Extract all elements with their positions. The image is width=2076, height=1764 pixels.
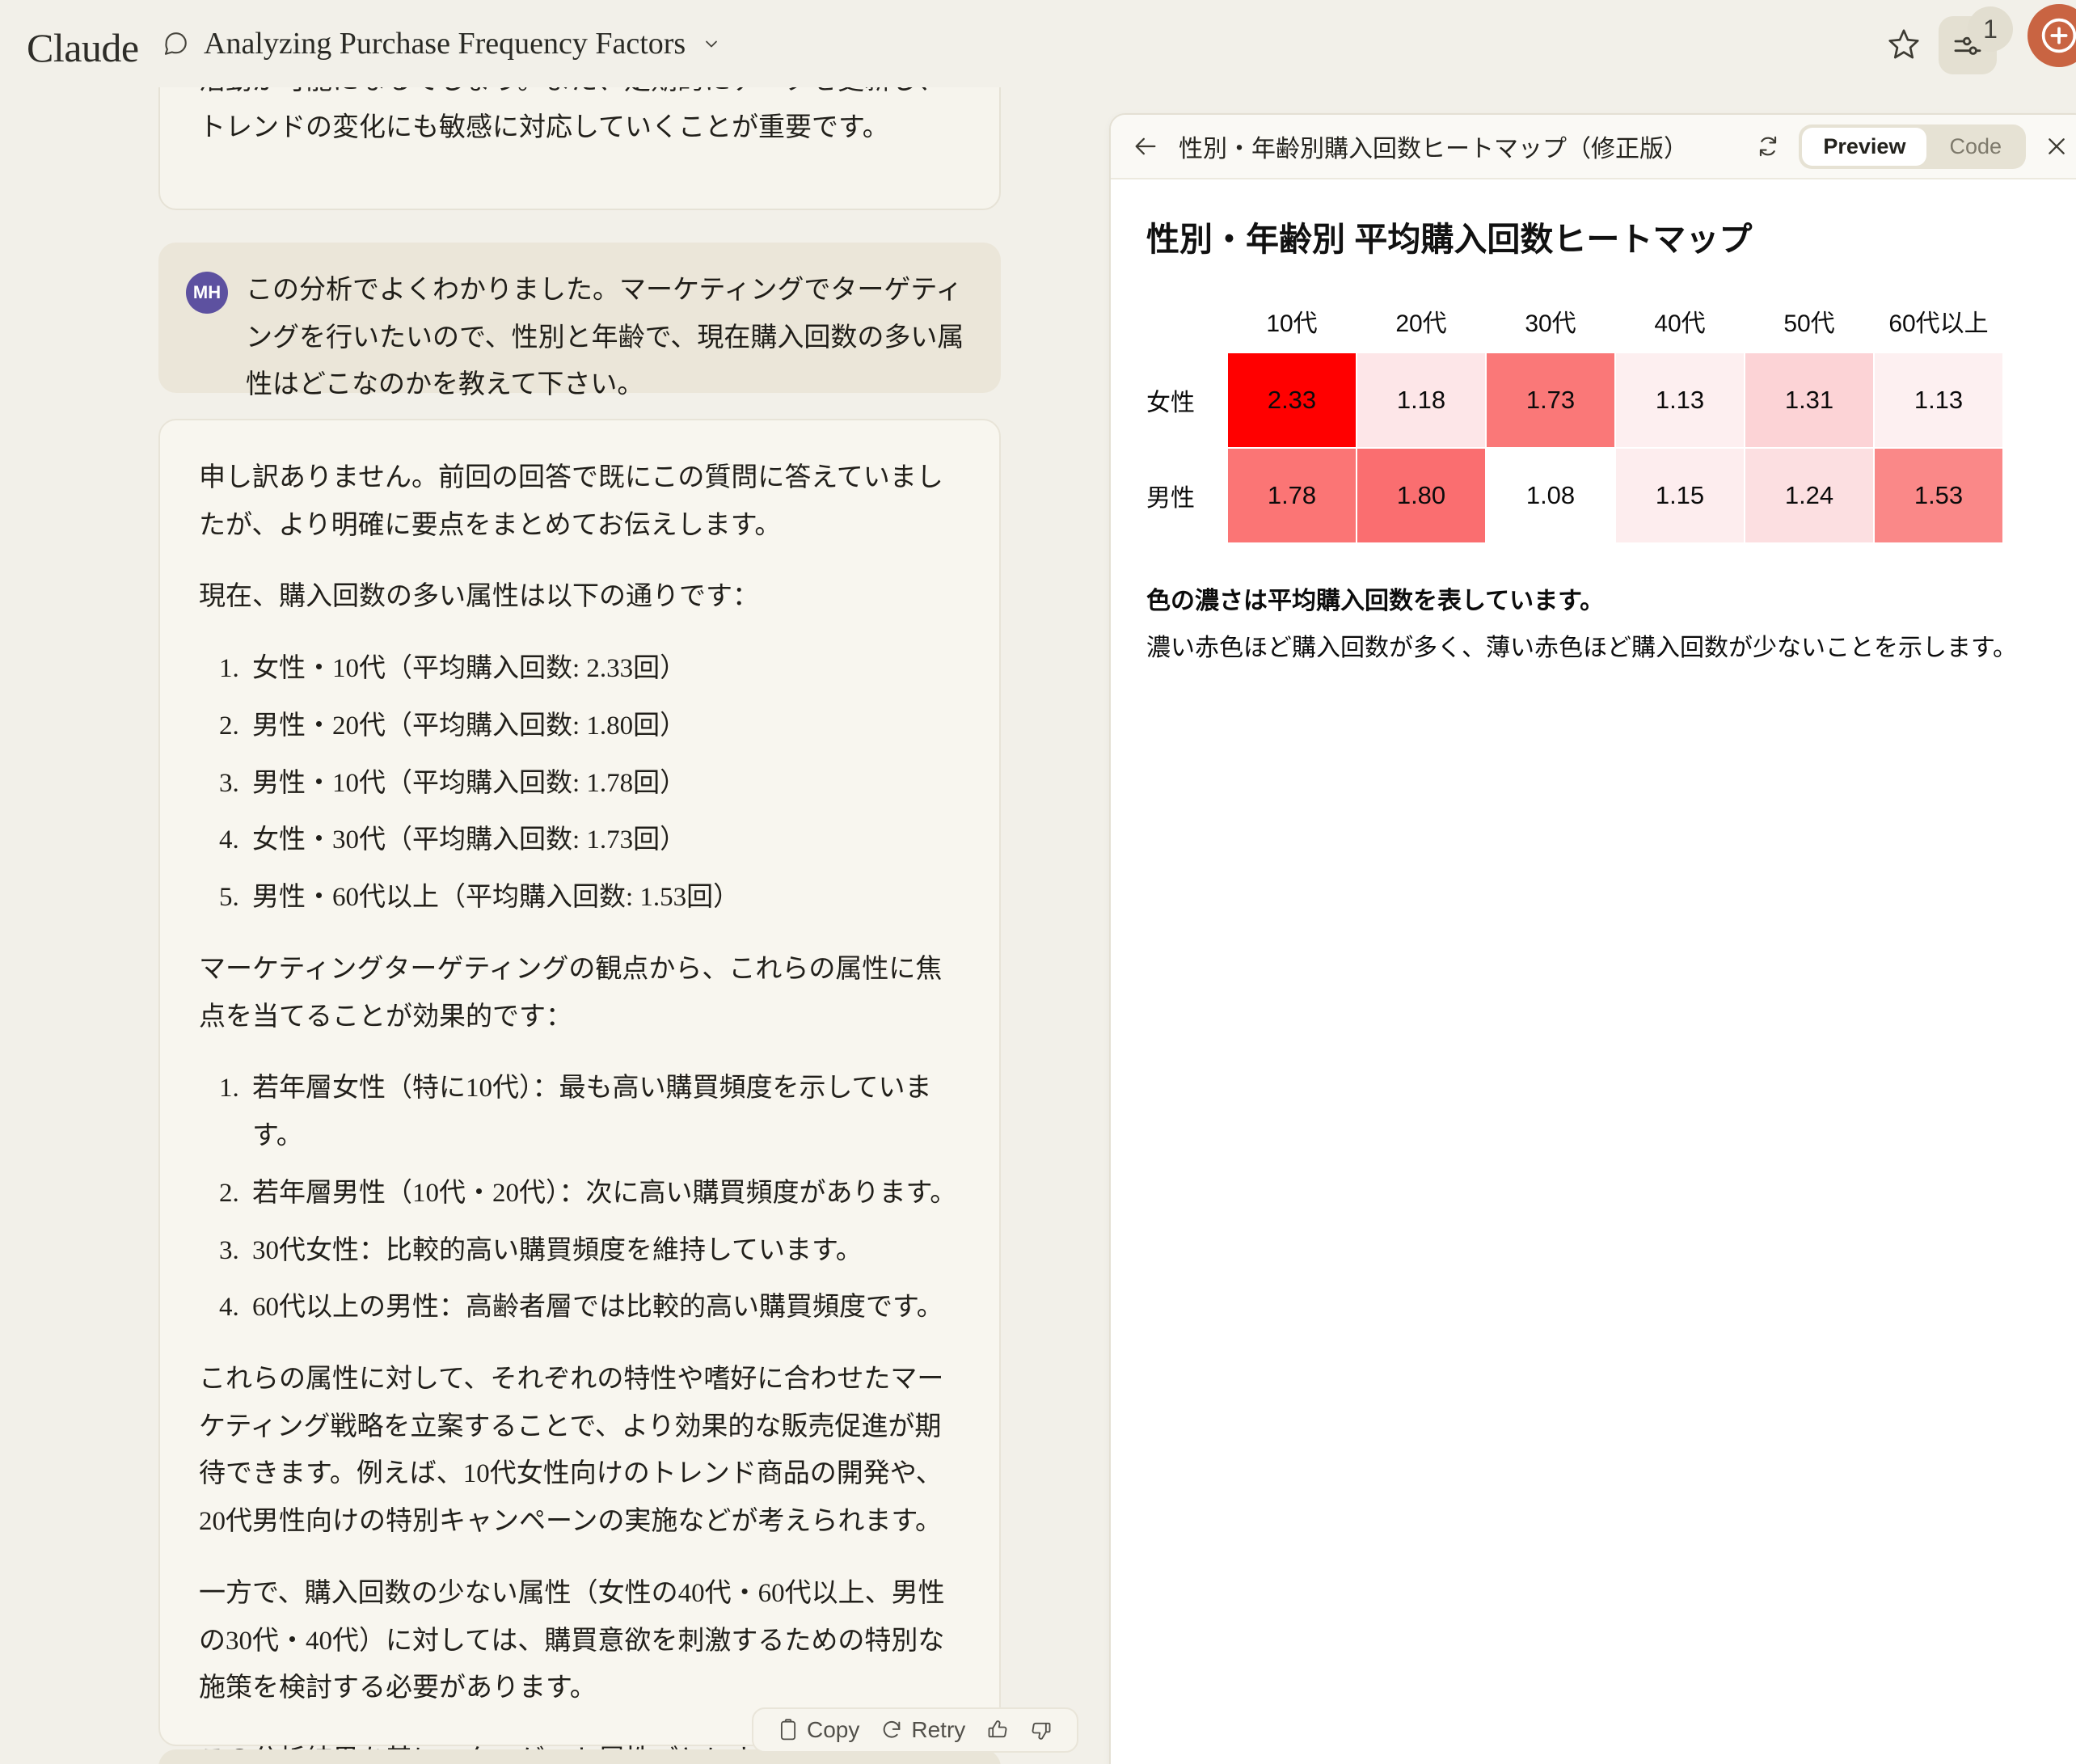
heatmap-cell: 1.53 [1874,448,2003,543]
retry-label: Retry [911,1717,966,1742]
row-header: 男性 [1146,485,1195,512]
list-item: 若年層男性（10代・20代）：次に高い購買頻度があります。 [246,1170,960,1217]
thumbs-up-icon [986,1719,1009,1741]
chevron-down-icon [702,34,721,53]
refresh-icon[interactable] [1755,133,1781,159]
list-item: 60代以上の男性：高齢者層では比較的高い購買頻度です。 [246,1284,960,1331]
thumbs-up-button[interactable] [980,1717,1015,1743]
row-header: 女性 [1146,390,1195,416]
avatar: MH [186,272,228,314]
heatmap-cell: 2.33 [1227,352,1357,448]
list-item: 男性・20代（平均購入回数: 1.80回） [246,703,960,750]
heatmap-cell: 1.24 [1745,448,1874,543]
list-item: 男性・60代以上（平均購入回数: 1.53回） [246,874,960,922]
list-item: 女性・10代（平均購入回数: 2.33回） [246,645,960,693]
list-item: 若年層女性（特に10代）：最も高い購買頻度を示しています。 [246,1065,960,1159]
thumbs-down-button[interactable] [1023,1717,1059,1743]
assistant-paragraph-3: マーケティングターゲティングの観点から、これらの属性に焦点を当てることが効果的で… [199,954,943,1032]
chat-title: Analyzing Purchase Frequency Factors [204,27,686,61]
heatmap-cell: 1.13 [1874,352,2003,448]
assistant-message: 申し訳ありません。前回の回答で既にこの質問に答えていましたが、より明確に要点をま… [158,419,1001,1764]
thumbs-down-icon [1030,1719,1053,1741]
tab-code[interactable]: Code [1928,128,2023,166]
heatmap-cell: 1.73 [1486,352,1615,448]
refresh-ccw-icon [880,1719,903,1741]
chat-bubble-icon [162,30,189,57]
brand-logo[interactable]: Claude [27,24,139,71]
user-message-text: この分析でよくわかりました。マーケティングでターゲティングを行いたいので、性別と… [246,276,964,400]
heatmap-title: 性別・年齢別 平均購入回数ヒートマップ [1146,221,1753,258]
favorite-button[interactable] [1885,26,1922,63]
copy-button[interactable]: Copy [771,1715,866,1745]
ranked-attributes-list: 女性・10代（平均購入回数: 2.33回） 男性・20代（平均購入回数: 1.8… [199,645,960,922]
heatmap-table: 10代 20代 30代 40代 50代 60代以上 女性 2.33 1.18 1… [1146,302,2003,543]
column-header: 60代以上 [1888,310,1989,337]
tab-preview[interactable]: Preview [1802,127,1927,166]
artifact-panel: 性別・年齢別購入回数ヒートマップ（修正版） Preview Code 性別・年齢… [1109,113,2076,1764]
heatmap-cell: 1.15 [1615,448,1745,543]
table-row: 女性 2.33 1.18 1.73 1.13 1.31 1.13 [1146,352,2003,448]
heatmap-caption-text: 濃い赤色ほど購入回数が多く、薄い赤色ほど購入回数が少ないことを示します。 [1146,635,2017,661]
clipboard-icon [778,1718,799,1742]
retry-button[interactable]: Retry [874,1715,972,1745]
heatmap-cell: 1.80 [1357,448,1486,543]
notification-badge: 1 [1968,6,2013,52]
top-bar: Claude Analyzing Purchase Frequency Fact… [0,0,2076,87]
heatmap-header-row: 10代 20代 30代 40代 50代 60代以上 [1146,302,2003,352]
app-root: マーケティング戦略を立案することで、より効果的な販売促進 活動が可能になるでしょ… [0,0,2076,1764]
heatmap-caption-bold: 色の濃さは平均購入回数を表しています。 [1146,588,1605,614]
chat-title-button[interactable]: Analyzing Purchase Frequency Factors [154,23,729,65]
view-mode-toggle: Preview Code [1799,124,2026,169]
column-header: 20代 [1395,310,1447,337]
conversation-column: マーケティング戦略を立案することで、より効果的な販売促進 活動が可能になるでしょ… [0,0,1104,1764]
column-header: 10代 [1266,310,1318,337]
artifact-title: 性別・年齢別購入回数ヒートマップ（修正版） [1179,136,1688,162]
assistant-paragraph-1: 申し訳ありません。前回の回答で既にこの質問に答えていましたが、より明確に要点をま… [199,463,943,540]
list-item: 30代女性：比較的高い購買頻度を維持しています。 [246,1227,960,1275]
assistant-paragraph-4: これらの属性に対して、それぞれの特性や嗜好に合わせたマーケティング戦略を立案する… [199,1365,944,1537]
arrow-left-icon[interactable] [1132,133,1159,160]
close-icon[interactable] [2044,133,2070,159]
heatmap-cell: 1.08 [1486,448,1615,543]
list-item: 男性・10代（平均購入回数: 1.78回） [246,760,960,808]
column-header: 30代 [1525,310,1576,337]
artifact-body: 性別・年齢別 平均購入回数ヒートマップ 10代 20代 30代 40代 50代 … [1111,179,2076,663]
heatmap-cell: 1.18 [1357,352,1486,448]
assistant-prev-line-3: トレンドの変化にも敏感に対応していくことが重要です。 [199,113,889,143]
heatmap-cell: 1.31 [1745,352,1874,448]
assistant-paragraph-5: 一方で、購入回数の少ない属性（女性の40代・60代以上、男性の30代・40代）に… [199,1578,945,1703]
heatmap-cell: 1.78 [1227,448,1357,543]
artifact-header: 性別・年齢別購入回数ヒートマップ（修正版） Preview Code [1111,115,2076,179]
table-row: 男性 1.78 1.80 1.08 1.15 1.24 1.53 [1146,448,2003,543]
message-action-bar: Copy Retry [752,1707,1079,1753]
column-header: 50代 [1783,310,1835,337]
heatmap-corner-cell [1146,302,1227,352]
targeting-recommendations-list: 若年層女性（特に10代）：最も高い購買頻度を示しています。 若年層男性（10代・… [199,1065,960,1331]
user-message: MH この分析でよくわかりました。マーケティングでターゲティングを行いたいので、… [158,243,1001,399]
list-item: 女性・30代（平均購入回数: 1.73回） [246,817,960,864]
account-avatar-button[interactable] [2027,4,2076,67]
heatmap-cell: 1.13 [1615,352,1745,448]
column-header: 40代 [1654,310,1706,337]
assistant-paragraph-2: 現在、購入回数の多い属性は以下の通りです： [199,582,759,612]
copy-label: Copy [807,1717,860,1742]
